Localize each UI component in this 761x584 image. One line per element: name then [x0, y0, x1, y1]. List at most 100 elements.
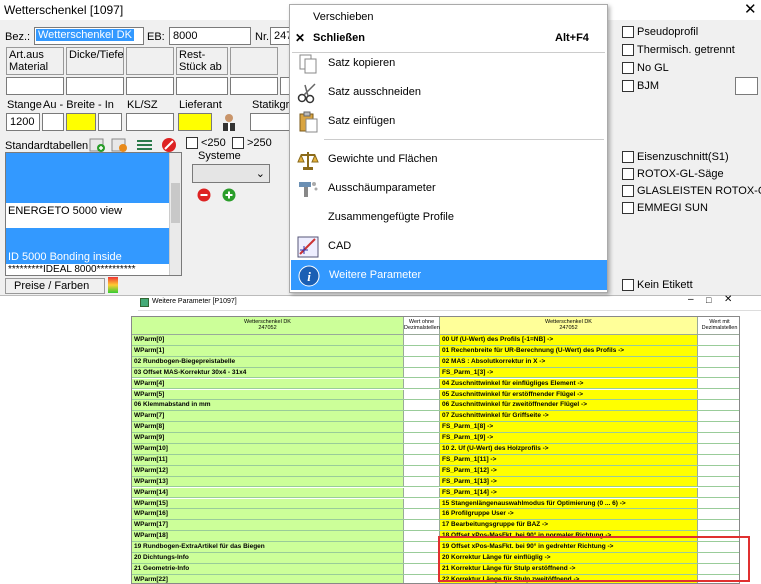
scrollbar-thumb[interactable] [171, 183, 180, 223]
dec-value-cell[interactable] [698, 476, 739, 487]
table-row[interactable]: WParm[15] 15 Stangenlängenauswahlmodus fü… [132, 498, 739, 510]
menu-item-satz-ausschneiden[interactable]: Satz ausschneiden [290, 77, 607, 106]
rest-input[interactable] [176, 77, 228, 95]
int-value-cell[interactable] [404, 356, 440, 367]
table-row[interactable]: 06 Klemmabstand in mm 06 Zuschnittwinkel … [132, 400, 739, 412]
klsz-input[interactable] [126, 113, 174, 131]
bjm-checkbox[interactable]: BJM [622, 78, 659, 94]
dec-value-cell[interactable] [698, 498, 739, 509]
dec-value-cell[interactable] [698, 378, 739, 389]
int-value-cell[interactable] [404, 531, 440, 541]
dec-value-cell[interactable] [698, 487, 739, 498]
table-row[interactable]: WParm[13] FS_Parm_1[13] -> [132, 476, 739, 488]
table-row[interactable]: 02 Rundbogen-Biegepreistabelle 02 MAS : A… [132, 356, 739, 368]
table-row[interactable]: WParm[7] 07 Zuschnittwinkel für Griffseit… [132, 411, 739, 423]
close-window-icon[interactable]: ✕ [744, 0, 757, 18]
pseudoprofil-checkbox[interactable]: Pseudoprofil [622, 24, 698, 40]
table-row[interactable]: WParm[14] FS_Parm_1[14] -> [132, 487, 739, 499]
edit-table-icon[interactable] [111, 137, 129, 153]
menu-item-schliessen[interactable]: ✕ Schließen Alt+F4 [290, 27, 607, 49]
table-row[interactable]: 03 Offset MAS-Korrektur 30x4 - 31x4 FS_Pa… [132, 367, 739, 379]
table-row[interactable]: WParm[16] 16 Profilgruppe User -> [132, 509, 739, 521]
remove-icon[interactable] [197, 188, 211, 202]
int-value-cell[interactable] [404, 378, 440, 389]
dec-value-cell[interactable] [698, 465, 739, 476]
dec-value-cell[interactable] [698, 411, 739, 422]
int-value-cell[interactable] [404, 574, 440, 583]
menu-item-ausschaeum[interactable]: Ausschäumparameter [290, 173, 607, 202]
glasleisten-checkbox[interactable]: GLASLEISTEN ROTOX-GZ [622, 183, 761, 199]
col5-input[interactable] [230, 77, 278, 95]
minimize-icon[interactable]: – [688, 294, 694, 305]
gt250-checkbox[interactable]: >250 [232, 135, 272, 151]
menu-item-verschieben[interactable]: Verschieben [290, 5, 607, 29]
dec-value-cell[interactable] [698, 433, 739, 443]
au-input[interactable] [42, 113, 64, 131]
dec-value-cell[interactable] [698, 356, 739, 367]
dec-value-cell[interactable] [698, 345, 739, 356]
table-row[interactable]: WParm[0] 00 Uf (U-Wert) des Profils [-1=N… [132, 335, 739, 346]
list-scrollbar[interactable] [169, 153, 181, 275]
art-input[interactable] [6, 77, 64, 95]
table-row[interactable]: WParm[11] FS_Parm_1[11] -> [132, 454, 739, 466]
dicke-input[interactable] [66, 77, 124, 95]
int-value-cell[interactable] [404, 553, 440, 563]
table-row[interactable]: WParm[17] 17 Bearbeitungsgruppe für BAZ -… [132, 520, 739, 532]
nogl-checkbox[interactable]: No GL [622, 60, 669, 76]
list-item[interactable]: ENERGETO 5000 view [8, 205, 122, 217]
user-icon[interactable] [220, 112, 238, 132]
int-value-cell[interactable] [404, 400, 440, 411]
in-input[interactable] [98, 113, 122, 131]
int-value-cell[interactable] [404, 542, 440, 552]
dec-value-cell[interactable] [698, 454, 739, 465]
table-row[interactable]: WParm[10] 10 2. Uf (U-Wert) des Holzprofi… [132, 444, 739, 455]
close-icon[interactable]: ✕ [724, 294, 732, 305]
thermisch-checkbox[interactable]: Thermisch. getrennt [622, 42, 735, 58]
table-row[interactable]: WParm[5] 05 Zuschnittwinkel für erstöffne… [132, 389, 739, 401]
int-value-cell[interactable] [404, 476, 440, 487]
lt250-checkbox[interactable]: <250 [186, 135, 226, 151]
table-row[interactable]: WParm[12] FS_Parm_1[12] -> [132, 465, 739, 477]
bez-input[interactable]: Wetterschenkel DK [34, 27, 144, 45]
no-entry-icon[interactable] [161, 137, 179, 153]
systeme-select[interactable]: ⌄ [192, 164, 270, 183]
bjm-input[interactable] [735, 77, 758, 95]
stange-input[interactable]: 1200 [6, 113, 40, 131]
int-value-cell[interactable] [404, 465, 440, 476]
tab-preise-farben[interactable]: Preise / Farben [5, 278, 105, 294]
breite-input[interactable] [66, 113, 96, 131]
rotox-saege-checkbox[interactable]: ROTOX-GL-Säge [622, 166, 724, 182]
eb-input[interactable]: 8000 [169, 27, 251, 45]
menu-item-satz-kopieren[interactable]: Satz kopieren [290, 48, 607, 77]
int-value-cell[interactable] [404, 509, 440, 520]
int-value-cell[interactable] [404, 367, 440, 378]
int-value-cell[interactable] [404, 422, 440, 432]
dec-value-cell[interactable] [698, 389, 739, 400]
menu-item-cad[interactable]: CAD [290, 231, 607, 260]
menu-item-satz-einfuegen[interactable]: Satz einfügen [290, 106, 607, 135]
emmegi-checkbox[interactable]: EMMEGI SUN [622, 200, 708, 216]
table-row[interactable]: WParm[4] 04 Zuschnittwinkel für einflügli… [132, 378, 739, 390]
int-value-cell[interactable] [404, 411, 440, 422]
lieferant-input[interactable] [178, 113, 212, 131]
int-value-cell[interactable] [404, 487, 440, 498]
int-value-cell[interactable] [404, 389, 440, 400]
add-table-icon[interactable] [89, 137, 107, 153]
list-icon[interactable] [136, 137, 154, 153]
dec-value-cell[interactable] [698, 422, 739, 432]
maximize-icon[interactable]: □ [706, 295, 711, 305]
dec-value-cell[interactable] [698, 400, 739, 411]
int-value-cell[interactable] [404, 335, 440, 345]
kein-etikett-checkbox[interactable]: Kein Etikett [622, 277, 693, 293]
int-value-cell[interactable] [404, 520, 440, 531]
int-value-cell[interactable] [404, 454, 440, 465]
table-row[interactable]: WParm[9] FS_Parm_1[9] -> [132, 433, 739, 444]
add-icon[interactable] [222, 188, 236, 202]
table-row[interactable]: WParm[1] 01 Rechenbreite für UR-Berechnun… [132, 345, 739, 357]
int-value-cell[interactable] [404, 433, 440, 443]
list-item[interactable]: *********IDEAL 8000********** [8, 264, 136, 275]
menu-item-zusammengefuegt[interactable]: Zusammengefügte Profile [290, 202, 607, 231]
dec-value-cell[interactable] [698, 367, 739, 378]
int-value-cell[interactable] [404, 444, 440, 454]
dec-value-cell[interactable] [698, 444, 739, 454]
